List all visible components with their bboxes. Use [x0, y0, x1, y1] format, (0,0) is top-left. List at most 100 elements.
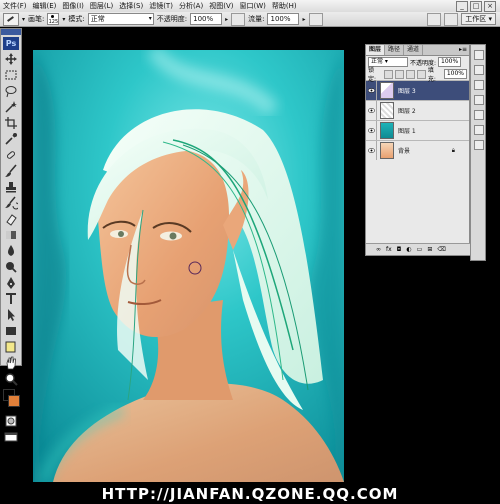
brushes-panel-icon[interactable] — [427, 12, 442, 26]
navigator-panel-icon[interactable] — [474, 80, 484, 90]
visibility-eye-icon[interactable] — [366, 121, 377, 140]
folder-icon[interactable]: ▭ — [417, 246, 423, 253]
menu-analysis[interactable]: 分析(A) — [176, 0, 206, 12]
eyedropper-tool-icon[interactable] — [4, 132, 18, 146]
tool-preset-picker[interactable] — [3, 12, 19, 26]
tab-layers[interactable]: 图层 — [366, 45, 386, 55]
zoom-tool-icon[interactable] — [4, 372, 18, 386]
dodge-tool-icon[interactable] — [4, 260, 18, 274]
visibility-eye-icon[interactable] — [366, 141, 377, 160]
fx-icon[interactable]: fx — [386, 246, 392, 253]
chevron-right-icon[interactable]: ▸ — [225, 16, 228, 23]
link-icon[interactable]: ∞ — [376, 246, 381, 253]
panel-tabs: 图层 路径 通道 ▸≡ — [366, 45, 469, 56]
menu-view[interactable]: 视图(V) — [206, 0, 236, 12]
hand-tool-icon[interactable] — [4, 356, 18, 370]
path-selection-tool-icon[interactable] — [4, 308, 18, 322]
lock-position-icon[interactable] — [405, 69, 415, 79]
minimize-button[interactable]: _ — [456, 0, 468, 12]
clone-stamp-tool-icon[interactable] — [4, 180, 18, 194]
visibility-eye-icon[interactable] — [366, 101, 377, 120]
color-swatches — [1, 389, 21, 411]
menu-select[interactable]: 选择(S) — [116, 0, 146, 12]
background-color-swatch[interactable] — [8, 395, 20, 407]
actions-panel-icon[interactable] — [474, 65, 484, 75]
fill-field[interactable]: 100% — [443, 69, 467, 79]
menu-layer[interactable]: 图层(L) — [87, 0, 116, 12]
notes-tool-icon[interactable] — [4, 340, 18, 354]
brush-label: 画笔: — [28, 15, 45, 23]
watermark: HTTP://JIANFAN.QZONE.QQ.COM — [101, 485, 399, 503]
bridge-icon[interactable] — [444, 12, 459, 26]
toolbox-header[interactable] — [1, 29, 21, 35]
maximize-button[interactable]: □ — [470, 0, 482, 12]
menu-file[interactable]: 文件(F) — [0, 0, 30, 12]
layer-row-1[interactable]: 图层 1 — [366, 120, 469, 140]
blur-tool-icon[interactable] — [4, 244, 18, 258]
marquee-tool-icon[interactable] — [4, 68, 18, 82]
layer-row-2[interactable]: 图层 2 — [366, 100, 469, 120]
lock-icon: 🔒︎ — [451, 146, 455, 154]
history-panel-icon[interactable] — [474, 50, 484, 60]
mask-icon[interactable]: ◘ — [397, 246, 402, 253]
document-canvas[interactable] — [33, 50, 344, 482]
chevron-down-icon: ▾ — [148, 15, 152, 22]
trash-icon[interactable]: ⌫ — [437, 246, 445, 253]
layer-thumbnail — [380, 102, 394, 119]
tab-paths[interactable]: 路径 — [385, 45, 405, 55]
lock-transparency-icon[interactable] — [383, 69, 393, 79]
crop-tool-icon[interactable] — [4, 116, 18, 130]
styles-panel-icon[interactable] — [474, 140, 484, 150]
layer-row-background[interactable]: 背景 🔒︎ — [366, 140, 469, 160]
layer-thumbnail — [380, 82, 394, 99]
color-panel-icon[interactable] — [474, 110, 484, 120]
chevron-right-icon[interactable]: ▸ — [302, 16, 305, 23]
move-tool-icon[interactable] — [4, 52, 18, 66]
panel-menu-icon[interactable]: ▸≡ — [457, 45, 469, 55]
visibility-eye-icon[interactable] — [366, 81, 377, 100]
brush-tool-icon[interactable] — [4, 164, 18, 178]
swatches-panel-icon[interactable] — [474, 125, 484, 135]
eraser-tool-icon[interactable] — [4, 212, 18, 226]
lasso-tool-icon[interactable] — [4, 84, 18, 98]
menu-image[interactable]: 图像(I) — [59, 0, 87, 12]
brush-preset-picker[interactable]: 125 — [47, 13, 60, 25]
healing-brush-tool-icon[interactable] — [4, 148, 18, 162]
ps-logo[interactable]: Ps — [3, 37, 19, 50]
menu-window[interactable]: 窗口(W) — [236, 0, 268, 12]
mode-value: 正常 — [90, 15, 105, 23]
workspace-button[interactable]: 工作区 ▾ — [461, 13, 496, 25]
lock-all-icon[interactable] — [416, 69, 426, 79]
shape-tool-icon[interactable] — [4, 324, 18, 338]
chevron-down-icon[interactable]: ▾ — [62, 16, 65, 23]
lock-pixels-icon[interactable] — [394, 69, 404, 79]
opacity-label: 不透明度: — [156, 15, 188, 23]
layer-name: 背景 — [398, 148, 411, 155]
pressure-opacity-icon[interactable] — [231, 12, 246, 26]
screen-mode-icon[interactable] — [4, 430, 18, 444]
magic-wand-tool-icon[interactable] — [4, 100, 18, 114]
layer-name: 图层 1 — [398, 128, 416, 135]
adjustment-icon[interactable]: ◐ — [406, 246, 411, 253]
info-panel-icon[interactable] — [474, 95, 484, 105]
flow-field[interactable]: 100% — [267, 13, 300, 25]
toolbox: Ps — [0, 28, 22, 442]
tab-channels[interactable]: 通道 — [404, 45, 424, 55]
gradient-tool-icon[interactable] — [4, 228, 18, 242]
airbrush-icon[interactable] — [308, 12, 323, 26]
history-brush-tool-icon[interactable] — [4, 196, 20, 210]
mode-select[interactable]: 正常 ▾ — [87, 13, 154, 25]
pen-tool-icon[interactable] — [4, 276, 18, 290]
quick-mask-icon[interactable] — [4, 414, 18, 428]
layer-row-3[interactable]: 图层 3 — [366, 80, 469, 100]
elf-painting — [33, 50, 344, 482]
menu-help[interactable]: 帮助(H) — [269, 0, 300, 12]
menu-edit[interactable]: 编辑(E) — [30, 0, 60, 12]
type-tool-icon[interactable] — [4, 292, 18, 306]
new-layer-icon[interactable]: ⊞ — [427, 246, 432, 253]
opacity-field[interactable]: 100% — [190, 13, 223, 25]
chevron-down-icon[interactable]: ▾ — [22, 16, 25, 23]
blend-mode-value: 正常 — [371, 58, 384, 65]
menu-filter[interactable]: 滤镜(T) — [146, 0, 176, 12]
close-button[interactable]: × — [484, 0, 496, 12]
